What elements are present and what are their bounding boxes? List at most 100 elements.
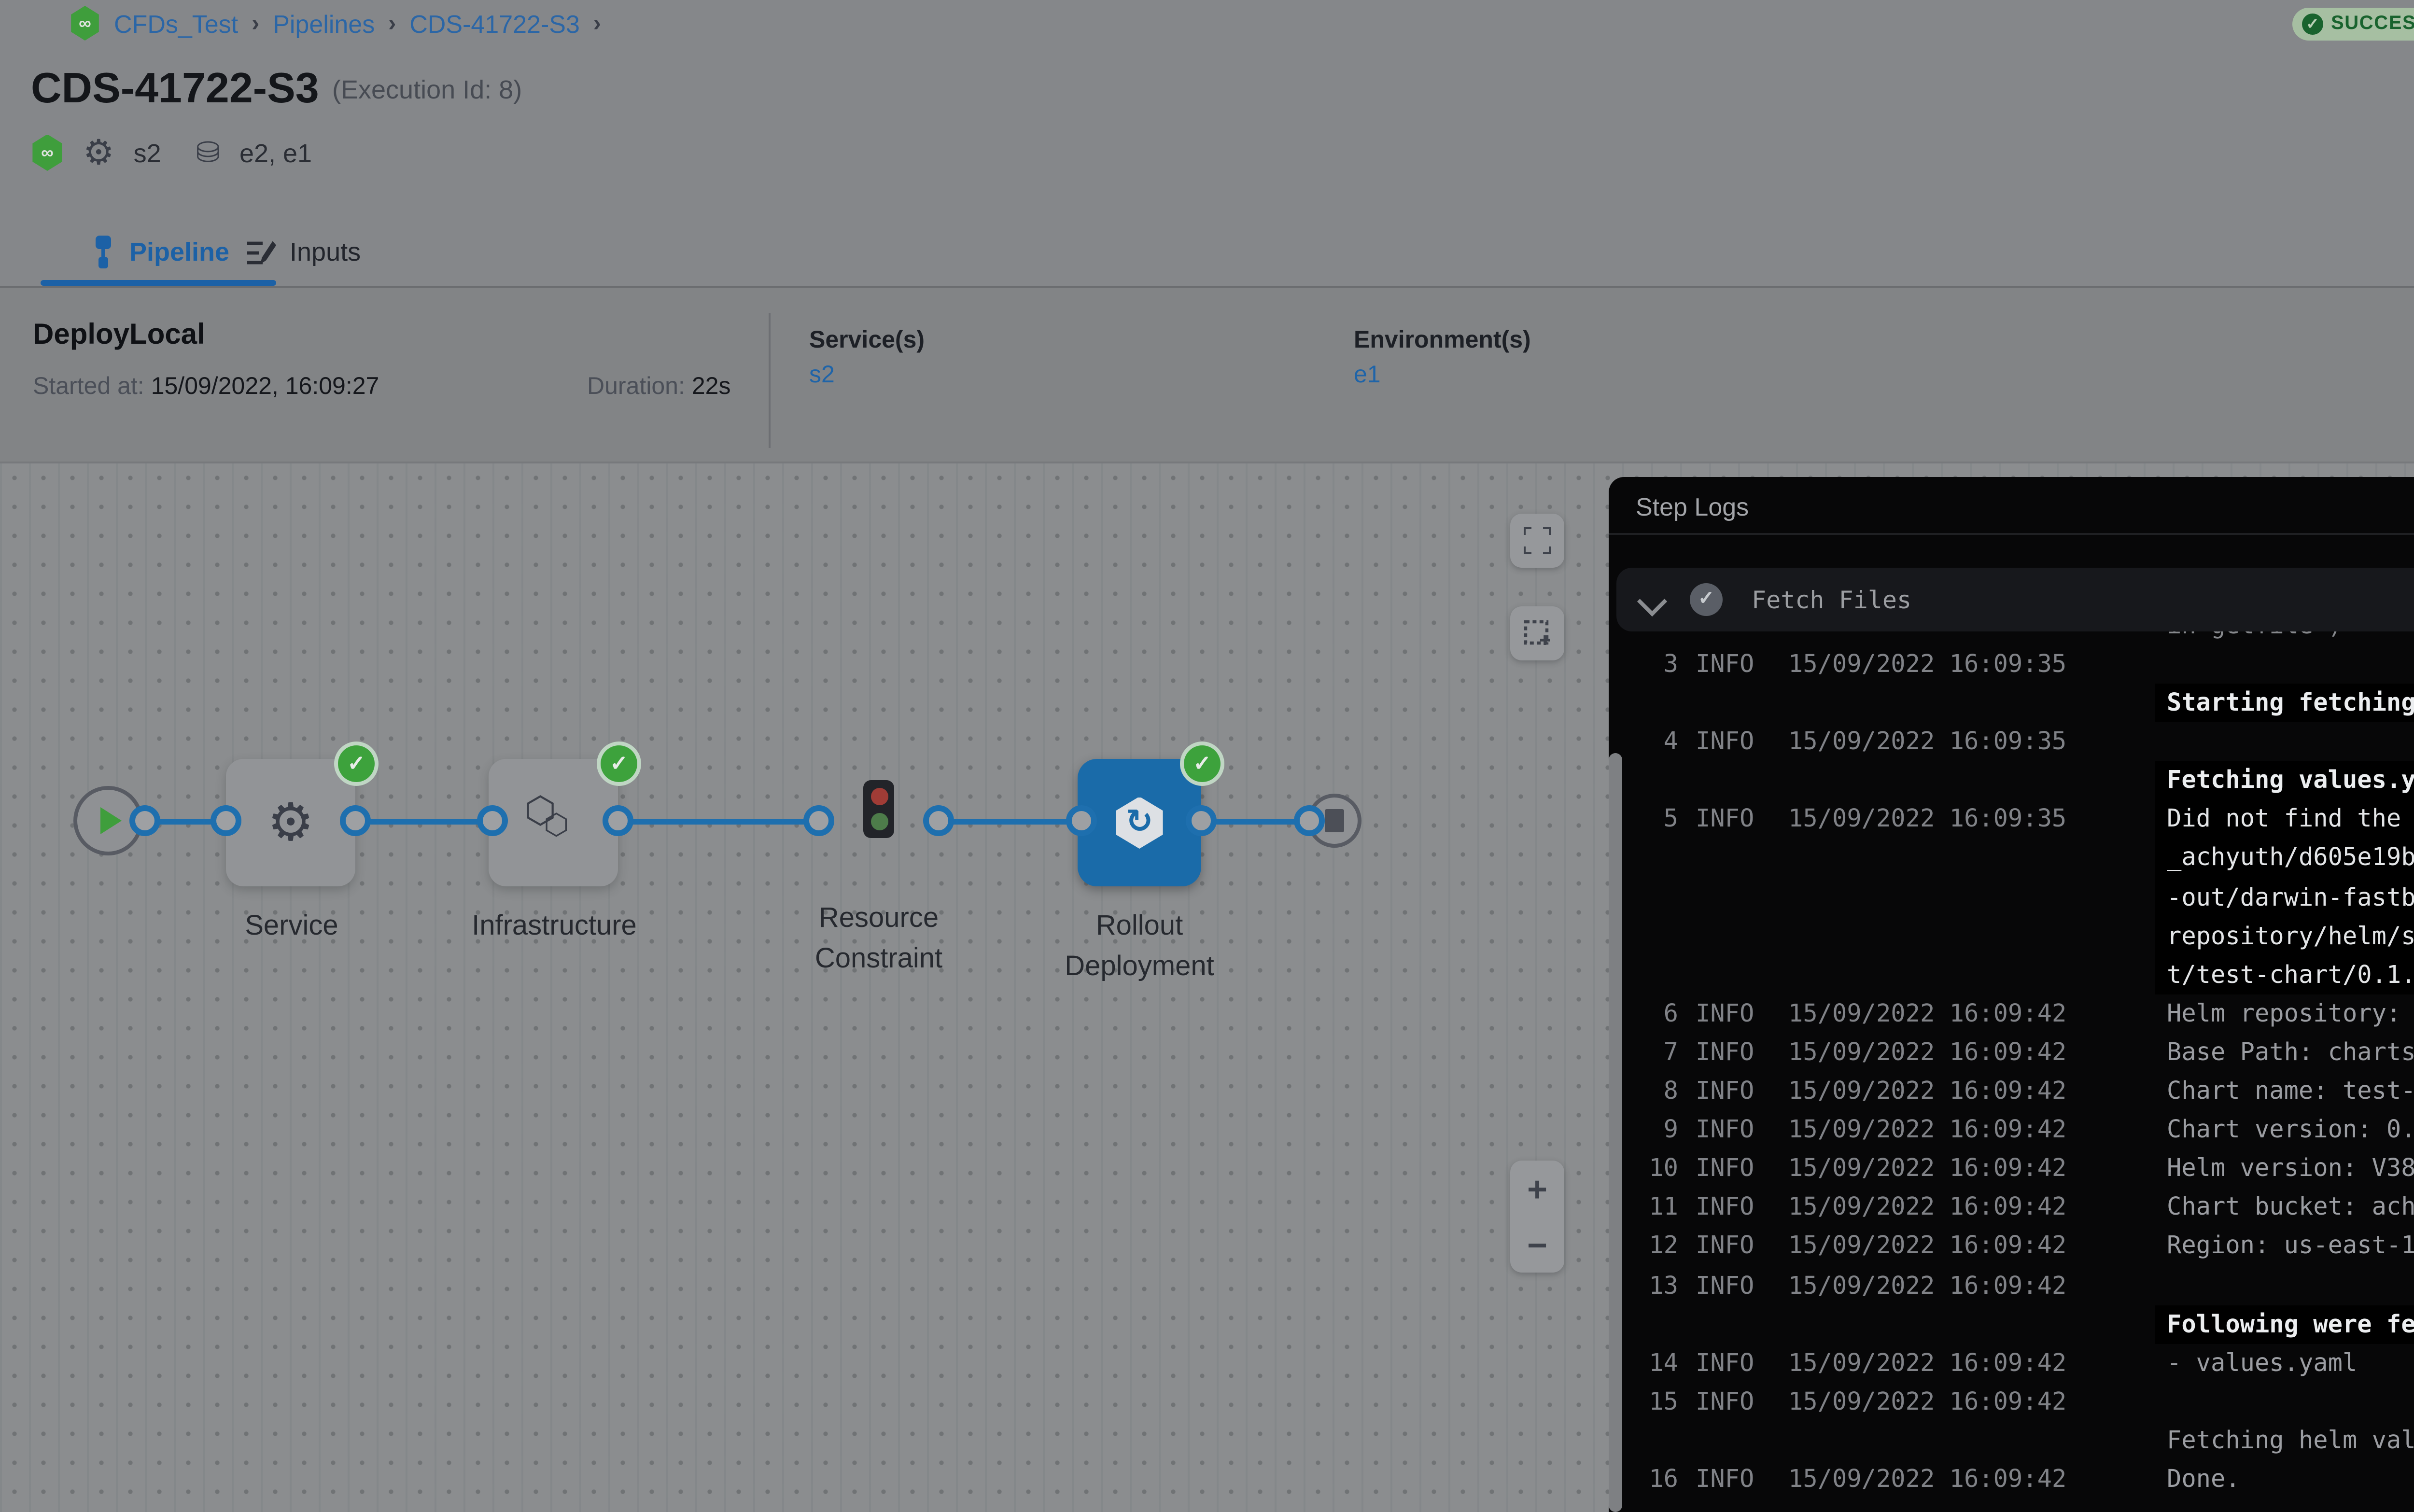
log-line: 9INFO15/09/2022 16:09:42Chart version: 0… bbox=[1609, 1111, 2414, 1149]
connector-point bbox=[803, 805, 834, 836]
log-message: Chart name: test-chart bbox=[2167, 1072, 2414, 1110]
log-line-number: 8 bbox=[1624, 1072, 1678, 1110]
step-section-fetch-files[interactable]: ✓ Fetch Files ↑ ↓ 9s bbox=[1616, 568, 2414, 631]
log-message: Following were fetched successfully : bbox=[2155, 1304, 2414, 1343]
log-message: Did not find the chart and version in lo… bbox=[2155, 800, 2414, 839]
log-level: INFO bbox=[1696, 723, 1754, 761]
log-scrollbar-thumb[interactable] bbox=[1609, 753, 1622, 1512]
cd-module-icon: ∞ bbox=[31, 134, 64, 171]
chevron-right-icon: › bbox=[252, 10, 259, 37]
marquee-select-button[interactable] bbox=[1510, 606, 1564, 660]
zoom-in-button[interactable]: + bbox=[1527, 1171, 1547, 1206]
log-level: INFO bbox=[1696, 1072, 1754, 1110]
log-line: 5INFO15/09/2022 16:09:35Did not find the… bbox=[1609, 800, 2414, 839]
rollout-success-badge: ✓ bbox=[1180, 742, 1224, 786]
tab-pipeline[interactable]: Pipeline bbox=[91, 218, 229, 286]
log-line: 3 INFO 15/09/2022 16:09:35 bbox=[1609, 645, 2414, 684]
tab-pipeline-label: Pipeline bbox=[129, 238, 229, 266]
connector-point bbox=[1294, 805, 1325, 836]
log-level: INFO bbox=[1696, 800, 1754, 839]
log-timestamp: 15/09/2022 16:09:42 bbox=[1788, 1111, 2066, 1149]
environments-link[interactable]: e1 bbox=[1354, 361, 1381, 388]
log-timestamp: 15/09/2022 16:09:42 bbox=[1788, 1033, 2066, 1072]
services-link[interactable]: s2 bbox=[809, 361, 835, 388]
log-line-number: 16 bbox=[1624, 1460, 1678, 1498]
log-line-number: 7 bbox=[1624, 1033, 1678, 1072]
breadcrumb-link[interactable]: Pipelines bbox=[273, 9, 375, 38]
environment-icon: ⛁ bbox=[196, 135, 220, 170]
connector-point bbox=[603, 805, 633, 836]
stage-duration: Duration: 22s bbox=[587, 373, 731, 400]
log-line: 15INFO15/09/2022 16:09:42 bbox=[1609, 1382, 2414, 1421]
step-name: Fetch Files bbox=[1752, 585, 1911, 614]
log-timestamp: 15/09/2022 16:09:42 bbox=[1788, 1266, 2066, 1304]
log-timestamp: 15/09/2022 16:09:42 bbox=[1788, 1382, 2066, 1421]
log-line: 14INFO15/09/2022 16:09:42- values.yaml bbox=[1609, 1344, 2414, 1382]
marquee-icon bbox=[1524, 620, 1551, 647]
log-lines: 3 INFO 15/09/2022 16:09:35Starting fetchin… bbox=[1609, 645, 2414, 1498]
zoom-controls[interactable]: + − bbox=[1510, 1161, 1564, 1273]
connector-point bbox=[1186, 805, 1217, 836]
fit-to-screen-button[interactable] bbox=[1510, 514, 1564, 568]
log-message: Chart bucket: achhelmbucket bbox=[2167, 1188, 2414, 1227]
connector bbox=[939, 818, 1081, 824]
connector-point bbox=[211, 805, 241, 836]
log-line: 12INFO15/09/2022 16:09:42Region: us-east… bbox=[1609, 1227, 2414, 1266]
log-message: Chart version: 0.1.0 bbox=[2167, 1111, 2414, 1149]
stage-name: DeployLocal bbox=[33, 319, 205, 351]
infrastructure-icon: ⬡⬡ bbox=[524, 794, 582, 852]
log-line: Starting fetching Helm values bbox=[1609, 684, 2414, 722]
pipeline-tab-icon bbox=[91, 236, 116, 268]
log-line: 10INFO15/09/2022 16:09:42Helm version: V… bbox=[1609, 1149, 2414, 1188]
log-line: Following were fetched successfully : bbox=[1609, 1304, 2414, 1343]
node-rollout-label: Rollout Deployment bbox=[1014, 908, 1265, 989]
service-gear-icon: ⚙ bbox=[83, 132, 114, 173]
zoom-out-button[interactable]: − bbox=[1527, 1227, 1547, 1262]
log-message: Helm repository: aws-qa-setup-modified bbox=[2167, 994, 2414, 1033]
success-check-icon: ✓ bbox=[2302, 14, 2323, 35]
connector bbox=[355, 818, 492, 824]
log-timestamp: 15/09/2022 16:09:42 bbox=[1788, 1149, 2066, 1188]
pipeline-execution-page: ∞ CFDs_Test›Pipelines›CDS-41722-S3› ✓ SU… bbox=[0, 0, 2414, 1512]
tab-inputs-label: Inputs bbox=[290, 238, 361, 266]
infrastructure-success-badge: ✓ bbox=[597, 742, 641, 786]
log-line: _achyuth/d605e19b46448ceaacb01fb4c19633a… bbox=[1609, 839, 2414, 878]
page-header: ∞ CFDs_Test›Pipelines›CDS-41722-S3› ✓ SU… bbox=[0, 0, 2414, 218]
stop-icon bbox=[1325, 809, 1344, 832]
log-timestamp: 15/09/2022 16:09:42 bbox=[1788, 1227, 2066, 1266]
step-logs-title: Step Logs bbox=[1636, 492, 1749, 521]
log-message: Done. bbox=[2167, 1460, 2240, 1498]
tab-inputs[interactable]: Inputs bbox=[247, 218, 361, 286]
node-service[interactable]: ⚙ bbox=[226, 759, 355, 886]
resource-constraint-icon[interactable] bbox=[863, 780, 894, 838]
node-infrastructure[interactable]: ⬡⬡ bbox=[489, 759, 618, 886]
log-level: INFO bbox=[1696, 1460, 1754, 1498]
node-infrastructure-label: Infrastructure bbox=[429, 908, 680, 948]
environments-header: Environment(s) bbox=[1354, 326, 1531, 353]
log-line-number: 11 bbox=[1624, 1188, 1678, 1227]
tab-bar: Pipeline Inputs Console View bbox=[0, 218, 2414, 288]
log-line: 6INFO15/09/2022 16:09:42Helm repository:… bbox=[1609, 994, 2414, 1033]
log-timestamp: 15/09/2022 16:09:35 bbox=[1788, 645, 2066, 684]
log-line-number: 6 bbox=[1624, 994, 1678, 1033]
breadcrumb-link[interactable]: CFDs_Test bbox=[114, 9, 238, 38]
environment-tag: e2, e1 bbox=[239, 138, 312, 167]
log-line-number: 3 bbox=[1624, 645, 1678, 684]
log-message: -out/darwin-fastbuild/bin/260-delegate/e… bbox=[2155, 878, 2414, 916]
services-header: Service(s) bbox=[809, 326, 925, 353]
log-line: 4INFO15/09/2022 16:09:35 bbox=[1609, 723, 2414, 761]
log-level: INFO bbox=[1696, 1149, 1754, 1188]
service-gear-icon: ⚙ bbox=[267, 797, 314, 849]
log-level: INFO bbox=[1696, 645, 1754, 684]
stage-summary: DeployLocal Started at: 15/09/2022, 16:0… bbox=[0, 288, 2414, 463]
execution-tags: ∞ ⚙ s2 ⛁ e2, e1 bbox=[31, 133, 312, 172]
play-icon bbox=[100, 807, 122, 834]
log-message: t/test-chart/0.1.0 bbox=[2155, 955, 2414, 994]
log-line: 8INFO15/09/2022 16:09:42Chart name: test… bbox=[1609, 1072, 2414, 1110]
log-line: t/test-chart/0.1.0 bbox=[1609, 955, 2414, 994]
log-line-number: 4 bbox=[1624, 723, 1678, 761]
log-line-number: 9 bbox=[1624, 1111, 1678, 1149]
log-level: INFO bbox=[1696, 1266, 1754, 1304]
log-line-number: 12 bbox=[1624, 1227, 1678, 1266]
breadcrumb-link[interactable]: CDS-41722-S3 bbox=[409, 9, 580, 38]
